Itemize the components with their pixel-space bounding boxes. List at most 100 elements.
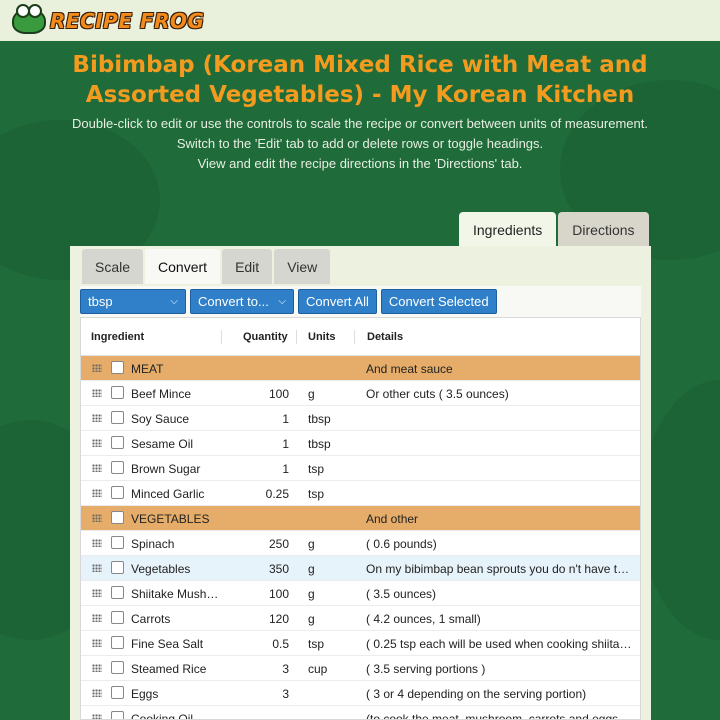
ingredient-name[interactable]: Eggs — [131, 687, 219, 701]
ingredient-quantity[interactable]: 1 — [231, 462, 289, 476]
drag-handle-icon[interactable] — [92, 514, 102, 522]
column-header-ingredient[interactable]: Ingredient — [91, 331, 144, 343]
ingredient-details[interactable]: (to cook the meat, mushroom, carrots and… — [366, 712, 632, 719]
ingredient-details[interactable]: On my bibimbap bean sprouts you do n't h… — [366, 562, 632, 576]
ingredient-details[interactable]: ( 3.5 serving portions ) — [366, 662, 632, 676]
table-heading-row[interactable]: MEAT And meat sauce — [81, 356, 640, 381]
table-row[interactable]: Brown Sugar 1 tsp — [81, 456, 640, 481]
tab-view[interactable]: View — [274, 249, 331, 284]
convert-all-button[interactable]: Convert All — [298, 289, 377, 314]
row-checkbox[interactable] — [111, 436, 124, 449]
drag-handle-icon[interactable] — [92, 414, 102, 422]
ingredient-quantity[interactable]: 1 — [231, 412, 289, 426]
table-row[interactable]: Shiitake Mushr... 100 g ( 3.5 ounces) — [81, 581, 640, 606]
table-row[interactable]: Sesame Oil 1 tbsp — [81, 431, 640, 456]
ingredient-name[interactable]: Cooking Oil — [131, 712, 219, 719]
row-checkbox[interactable] — [111, 561, 124, 574]
tab-directions[interactable]: Directions — [558, 212, 649, 247]
table-row[interactable]: Spinach 250 g ( 0.6 pounds) — [81, 531, 640, 556]
ingredient-quantity[interactable]: 1 — [231, 437, 289, 451]
ingredient-quantity[interactable]: 250 — [231, 537, 289, 551]
column-divider[interactable] — [221, 330, 222, 344]
drag-handle-icon[interactable] — [92, 589, 102, 597]
tab-ingredients[interactable]: Ingredients — [459, 212, 557, 247]
drag-handle-icon[interactable] — [92, 539, 102, 547]
drag-handle-icon[interactable] — [92, 439, 102, 447]
ingredient-name[interactable]: Spinach — [131, 537, 219, 551]
ingredient-name[interactable]: MEAT — [131, 362, 219, 376]
ingredient-details[interactable]: ( 0.25 tsp each will be used when cookin… — [366, 637, 632, 651]
row-checkbox[interactable] — [111, 636, 124, 649]
column-header-quantity[interactable]: Quantity — [243, 331, 288, 343]
ingredient-details[interactable]: And other — [366, 512, 632, 526]
ingredient-quantity[interactable]: 3 — [231, 662, 289, 676]
ingredient-units[interactable]: g — [308, 562, 358, 576]
drag-handle-icon[interactable] — [92, 489, 102, 497]
row-checkbox[interactable] — [111, 361, 124, 374]
table-row[interactable]: Eggs 3 ( 3 or 4 depending on the serving p… — [81, 681, 640, 706]
ingredient-units[interactable]: g — [308, 612, 358, 626]
table-row[interactable]: Minced Garlic 0.25 tsp — [81, 481, 640, 506]
ingredient-details[interactable]: ( 4.2 ounces, 1 small) — [366, 612, 632, 626]
table-heading-row[interactable]: VEGETABLES And other — [81, 506, 640, 531]
ingredient-details[interactable]: ( 3 or 4 depending on the serving portio… — [366, 687, 632, 701]
ingredient-details[interactable]: ( 3.5 ounces) — [366, 587, 632, 601]
ingredient-name[interactable]: Vegetables — [131, 562, 219, 576]
column-header-units[interactable]: Units — [308, 331, 336, 343]
drag-handle-icon[interactable] — [92, 714, 102, 719]
table-row[interactable]: Soy Sauce 1 tbsp — [81, 406, 640, 431]
drag-handle-icon[interactable] — [92, 389, 102, 397]
row-checkbox[interactable] — [111, 686, 124, 699]
row-checkbox[interactable] — [111, 411, 124, 424]
ingredient-name[interactable]: Shiitake Mushr... — [131, 587, 219, 601]
drag-handle-icon[interactable] — [92, 664, 102, 672]
row-checkbox[interactable] — [111, 586, 124, 599]
table-row[interactable]: Fine Sea Salt 0.5 tsp ( 0.25 tsp each will … — [81, 631, 640, 656]
table-row[interactable]: Beef Mince 100 g Or other cuts ( 3.5 ounces… — [81, 381, 640, 406]
ingredient-details[interactable]: Or other cuts ( 3.5 ounces) — [366, 387, 632, 401]
drag-handle-icon[interactable] — [92, 364, 102, 372]
brand-logo[interactable]: RECIPE FROG — [12, 3, 204, 34]
ingredient-name[interactable]: Fine Sea Salt — [131, 637, 219, 651]
convert-to-select[interactable]: Convert to... ⌵ — [190, 289, 294, 314]
tab-convert[interactable]: Convert — [145, 249, 221, 284]
ingredient-units[interactable]: tsp — [308, 487, 358, 501]
ingredient-details[interactable]: And meat sauce — [366, 362, 632, 376]
ingredient-quantity[interactable]: 0.5 — [231, 637, 289, 651]
row-checkbox[interactable] — [111, 511, 124, 524]
ingredient-units[interactable]: tbsp — [308, 437, 358, 451]
ingredient-quantity[interactable]: 3 — [231, 687, 289, 701]
column-divider[interactable] — [296, 330, 297, 344]
ingredient-units[interactable]: tsp — [308, 462, 358, 476]
row-checkbox[interactable] — [111, 661, 124, 674]
drag-handle-icon[interactable] — [92, 639, 102, 647]
table-row[interactable]: Vegetables 350 g On my bibimbap bean sprout… — [81, 556, 640, 581]
unit-select[interactable]: tbsp ⌵ — [80, 289, 186, 314]
row-checkbox[interactable] — [111, 536, 124, 549]
ingredient-name[interactable]: Soy Sauce — [131, 412, 219, 426]
tab-edit[interactable]: Edit — [222, 249, 273, 284]
ingredient-quantity[interactable]: 100 — [231, 587, 289, 601]
ingredient-name[interactable]: Sesame Oil — [131, 437, 219, 451]
ingredient-units[interactable]: tsp — [308, 637, 358, 651]
ingredient-name[interactable]: Brown Sugar — [131, 462, 219, 476]
drag-handle-icon[interactable] — [92, 614, 102, 622]
tab-scale[interactable]: Scale — [82, 249, 144, 284]
ingredient-name[interactable]: Minced Garlic — [131, 487, 219, 501]
ingredient-units[interactable]: tbsp — [308, 412, 358, 426]
column-header-details[interactable]: Details — [367, 331, 403, 343]
convert-selected-button[interactable]: Convert Selected — [380, 289, 497, 314]
ingredient-name[interactable]: VEGETABLES — [131, 512, 219, 526]
row-checkbox[interactable] — [111, 461, 124, 474]
ingredient-units[interactable]: cup — [308, 662, 358, 676]
table-row[interactable]: Steamed Rice 3 cup ( 3.5 serving portions ) — [81, 656, 640, 681]
ingredient-quantity[interactable]: 350 — [231, 562, 289, 576]
column-divider[interactable] — [354, 330, 355, 344]
row-checkbox[interactable] — [111, 711, 124, 719]
row-checkbox[interactable] — [111, 386, 124, 399]
ingredient-units[interactable]: g — [308, 387, 358, 401]
ingredient-units[interactable]: g — [308, 587, 358, 601]
ingredient-details[interactable]: ( 0.6 pounds) — [366, 537, 632, 551]
ingredient-name[interactable]: Beef Mince — [131, 387, 219, 401]
ingredient-quantity[interactable]: 100 — [231, 387, 289, 401]
